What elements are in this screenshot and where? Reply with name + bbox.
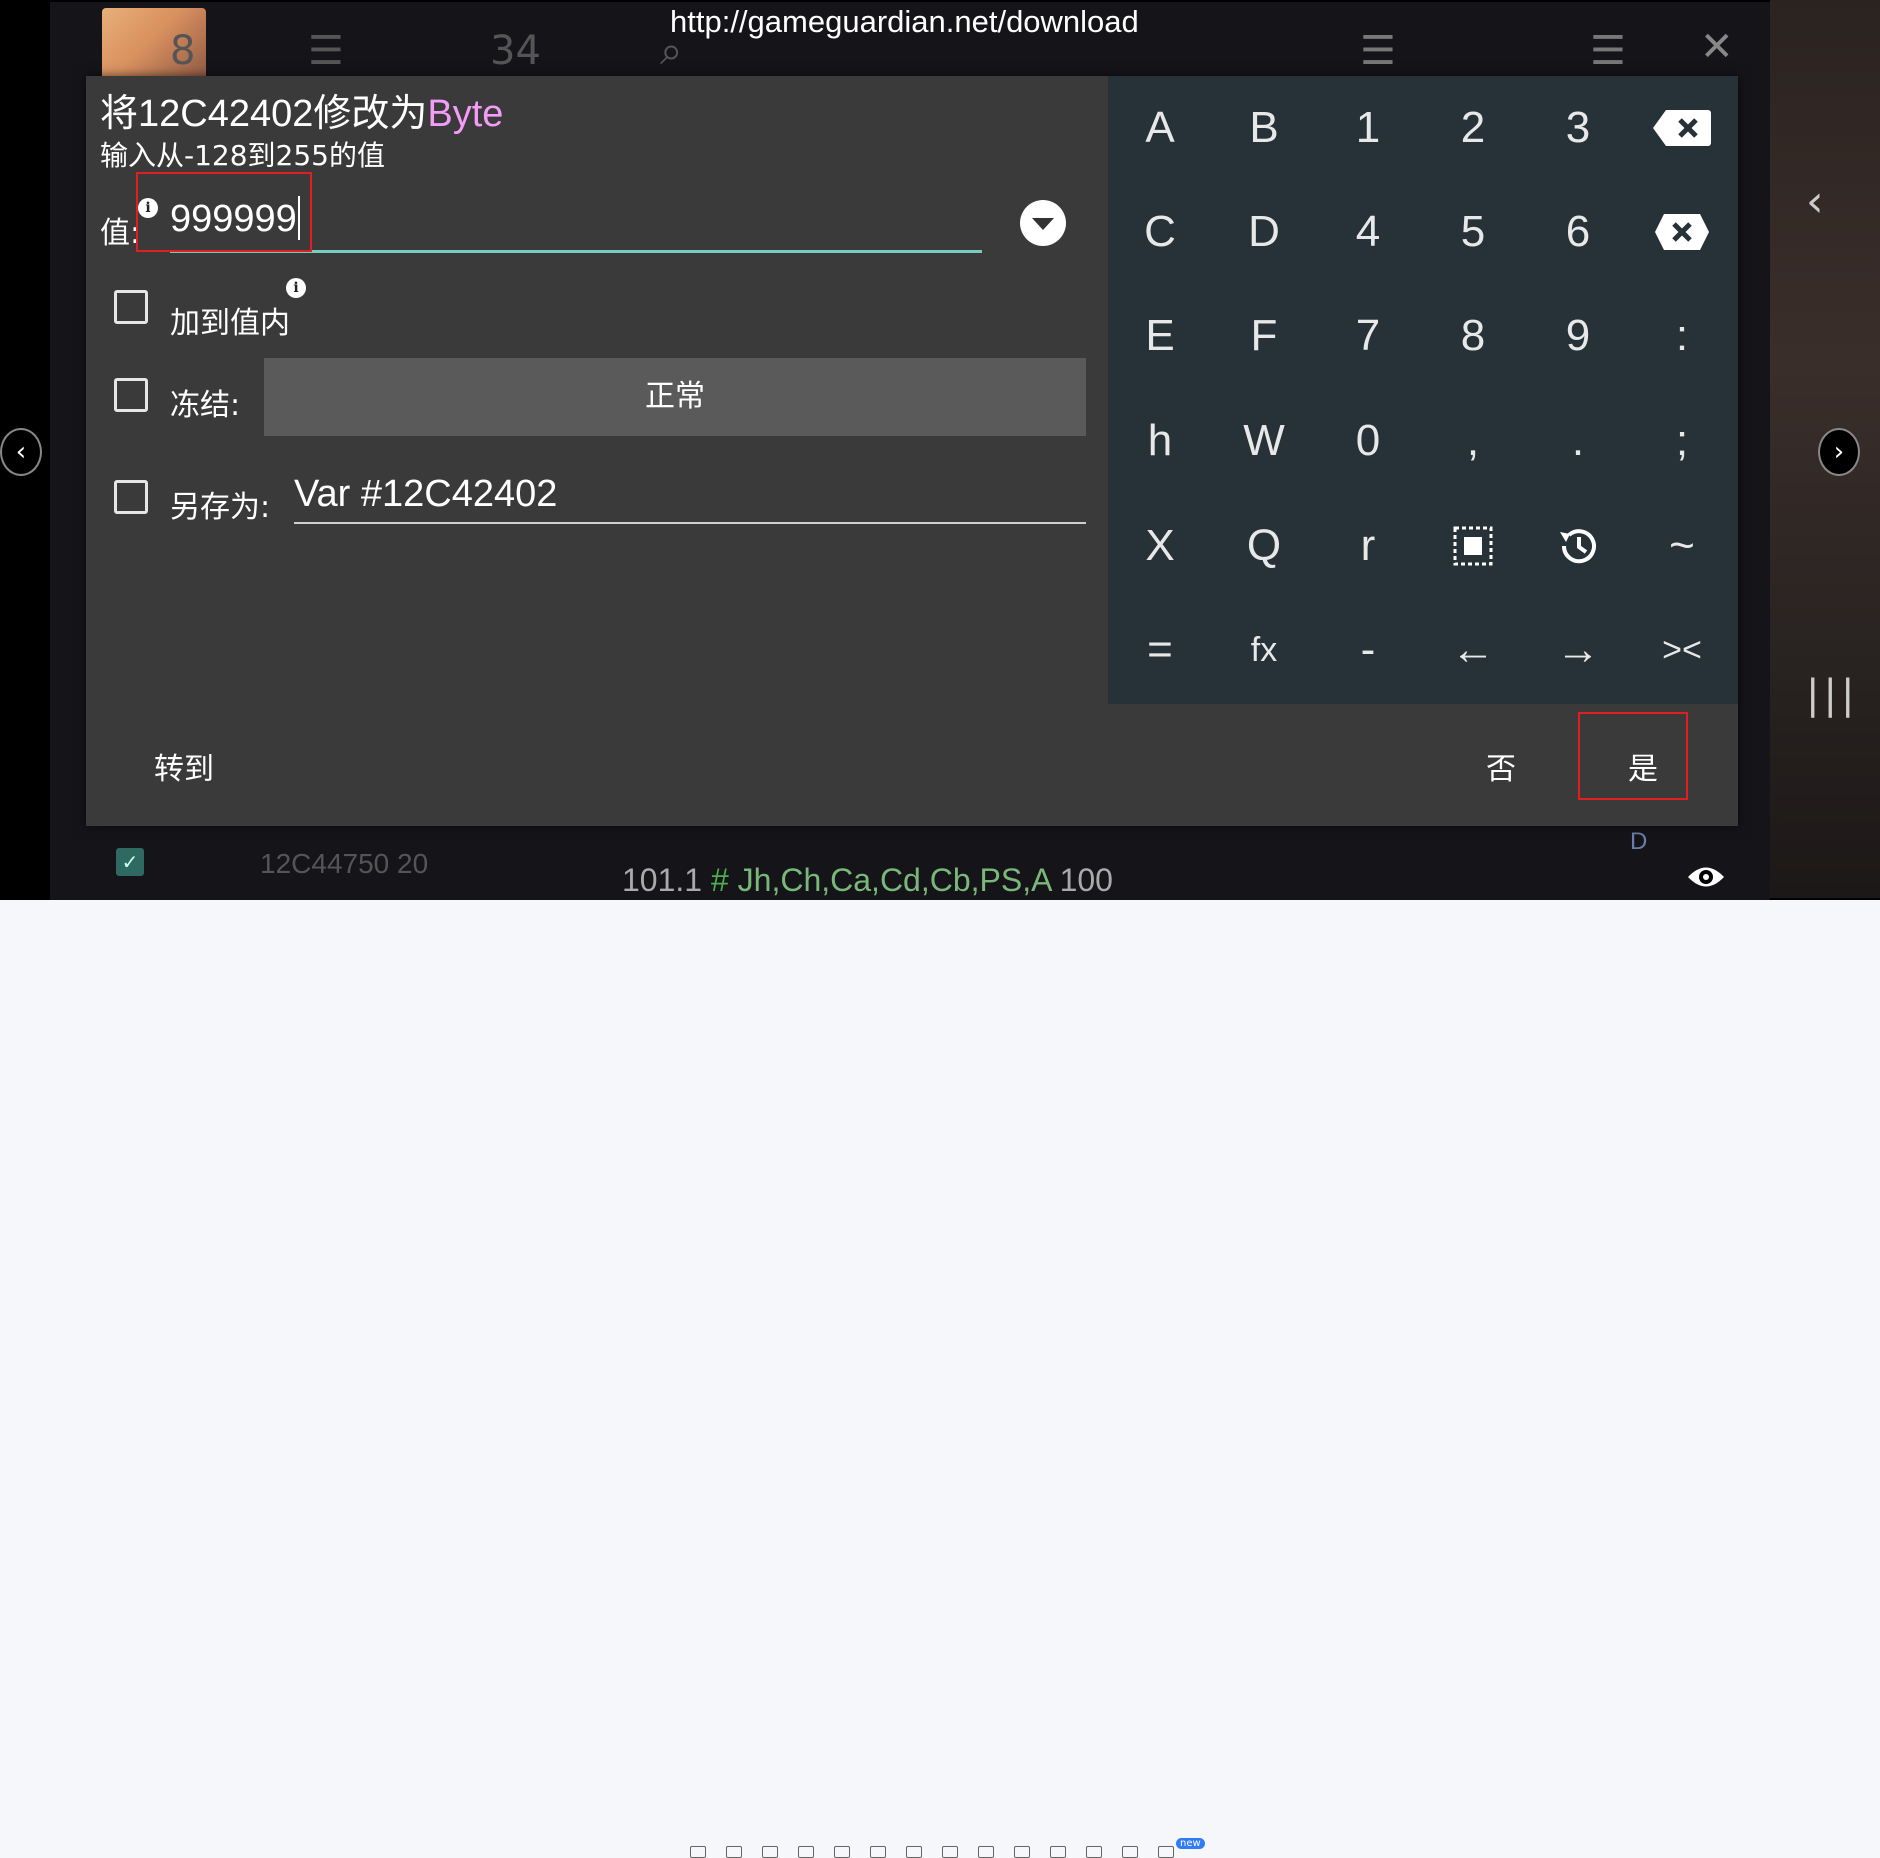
- recent-apps-icon[interactable]: |||: [1806, 672, 1858, 718]
- zoom-out-icon[interactable]: [798, 1846, 814, 1858]
- key-2[interactable]: 2: [1421, 76, 1525, 180]
- freeze-checkbox[interactable]: [114, 378, 148, 412]
- prev-image-button[interactable]: ‹: [0, 428, 42, 476]
- next-icon[interactable]: [942, 1846, 958, 1858]
- edit-icon[interactable]: [1122, 1846, 1138, 1858]
- key-6[interactable]: 6: [1526, 180, 1630, 284]
- edit-value-dialog: 将12C42402修改为Byte 输入从-128到255的值 值: i 加到值内…: [86, 76, 1738, 826]
- key-5[interactable]: 5: [1421, 180, 1525, 284]
- next-image-button[interactable]: ›: [1818, 428, 1860, 476]
- clear-icon[interactable]: [1630, 180, 1734, 284]
- key-f[interactable]: F: [1212, 284, 1316, 388]
- keypad: A B 1 2 3 C D 4 5 6 E F 7 8 9 : h W 0 , …: [1108, 76, 1738, 704]
- key-w[interactable]: W: [1212, 389, 1316, 493]
- game-number-1: 8: [170, 28, 196, 74]
- key-fx[interactable]: fx: [1212, 598, 1316, 702]
- key-arrow-right[interactable]: →: [1526, 598, 1630, 702]
- key-q[interactable]: Q: [1212, 494, 1316, 598]
- key-x[interactable]: X: [1108, 494, 1212, 598]
- zoom-in-icon[interactable]: [762, 1846, 778, 1858]
- key-minus[interactable]: -: [1316, 598, 1420, 702]
- key-4[interactable]: 4: [1316, 180, 1420, 284]
- apps-icon[interactable]: [1158, 1846, 1174, 1858]
- key-colon[interactable]: :: [1630, 284, 1734, 388]
- key-1[interactable]: 1: [1316, 76, 1420, 180]
- dialog-subtitle: 输入从-128到255的值: [100, 139, 385, 172]
- info-icon[interactable]: i: [138, 198, 158, 218]
- key-equals[interactable]: =: [1108, 598, 1212, 702]
- status-hash: #: [710, 862, 729, 898]
- sliders-icon: ☰: [308, 28, 344, 74]
- status-flags: Jh,Ch,Ca,Cd,Cb,PS,A: [737, 862, 1051, 898]
- status-value: 101.1: [622, 862, 703, 898]
- row-checkbox[interactable]: ✓: [116, 848, 144, 876]
- chevron-down-icon[interactable]: [1020, 200, 1066, 246]
- dialog-title: 将12C42402修改为Byte: [100, 82, 503, 137]
- key-8[interactable]: 8: [1421, 284, 1525, 388]
- history-icon[interactable]: [1526, 494, 1630, 598]
- new-badge: new: [1176, 1838, 1205, 1849]
- title-address: 将12C42402修改为: [100, 93, 428, 135]
- folder-icon[interactable]: [1086, 1846, 1102, 1858]
- image-viewer: 8 ☰ 34 ⌕ ☰ ☰ ✕ ✓ ✓ ✓ ✓ ✓ ✓ D 12C44750 20…: [0, 0, 1880, 900]
- print-icon[interactable]: [1014, 1846, 1030, 1858]
- list-icon: ☰: [1360, 28, 1396, 74]
- fit-icon[interactable]: [726, 1846, 742, 1858]
- chevron-left-icon[interactable]: ‹: [1806, 176, 1824, 227]
- key-3[interactable]: 3: [1526, 76, 1630, 180]
- info-icon[interactable]: i: [286, 278, 306, 298]
- key-arrow-left[interactable]: ←: [1421, 598, 1525, 702]
- status-line: 101.1 # Jh,Ch,Ca,Cd,Cb,PS,A 100: [622, 862, 1113, 899]
- key-comma[interactable]: ,: [1421, 389, 1525, 493]
- prev-icon[interactable]: [906, 1846, 922, 1858]
- key-e[interactable]: E: [1108, 284, 1212, 388]
- yes-button[interactable]: 是: [1628, 744, 1658, 788]
- rotate-right-icon[interactable]: [870, 1846, 886, 1858]
- close-icon[interactable]: ✕: [1700, 24, 1734, 70]
- viewer-toolbar: new: [0, 900, 1880, 1858]
- row-letter: D: [1630, 828, 1648, 855]
- no-button[interactable]: 否: [1486, 744, 1516, 788]
- game-number-2: 34: [490, 28, 541, 74]
- goto-button[interactable]: 转到: [154, 744, 214, 788]
- save-as-label: 另存为:: [170, 490, 271, 525]
- select-all-icon[interactable]: [1421, 494, 1525, 598]
- delete-icon[interactable]: [978, 1846, 994, 1858]
- freeze-mode-select[interactable]: 正常: [264, 358, 1086, 436]
- value-input[interactable]: [170, 188, 982, 253]
- save-as-checkbox[interactable]: [114, 480, 148, 514]
- key-semicolon[interactable]: ;: [1630, 389, 1734, 493]
- key-a[interactable]: A: [1108, 76, 1212, 180]
- freeze-label: 冻结:: [170, 388, 241, 423]
- save-as-input[interactable]: [294, 466, 1086, 524]
- backspace-icon[interactable]: [1630, 76, 1734, 180]
- key-9[interactable]: 9: [1526, 284, 1630, 388]
- key-r[interactable]: r: [1316, 494, 1420, 598]
- add-to-value-checkbox[interactable]: [114, 290, 148, 324]
- key-d[interactable]: D: [1212, 180, 1316, 284]
- rotate-left-icon[interactable]: [834, 1846, 850, 1858]
- row-text: 12C44750 20: [260, 848, 429, 879]
- key-h[interactable]: h: [1108, 389, 1212, 493]
- copy-icon[interactable]: [1050, 1846, 1066, 1858]
- key-c[interactable]: C: [1108, 180, 1212, 284]
- url-banner: http://gameguardian.net/download: [670, 4, 1139, 39]
- key-b[interactable]: B: [1212, 76, 1316, 180]
- key-tilde[interactable]: ~: [1630, 494, 1734, 598]
- title-type: Byte: [427, 93, 504, 135]
- value-label: 值:: [100, 216, 141, 251]
- info-icon[interactable]: [690, 1846, 706, 1858]
- key-0[interactable]: 0: [1316, 389, 1420, 493]
- status-count: 100: [1059, 862, 1113, 898]
- add-to-value-label: 加到值内: [170, 306, 290, 341]
- eye-icon[interactable]: [1686, 864, 1726, 890]
- key-period[interactable]: .: [1526, 389, 1630, 493]
- key-swap[interactable]: ><: [1630, 598, 1734, 702]
- text-cursor: [298, 196, 300, 240]
- key-7[interactable]: 7: [1316, 284, 1420, 388]
- menu-icon: ☰: [1590, 28, 1626, 74]
